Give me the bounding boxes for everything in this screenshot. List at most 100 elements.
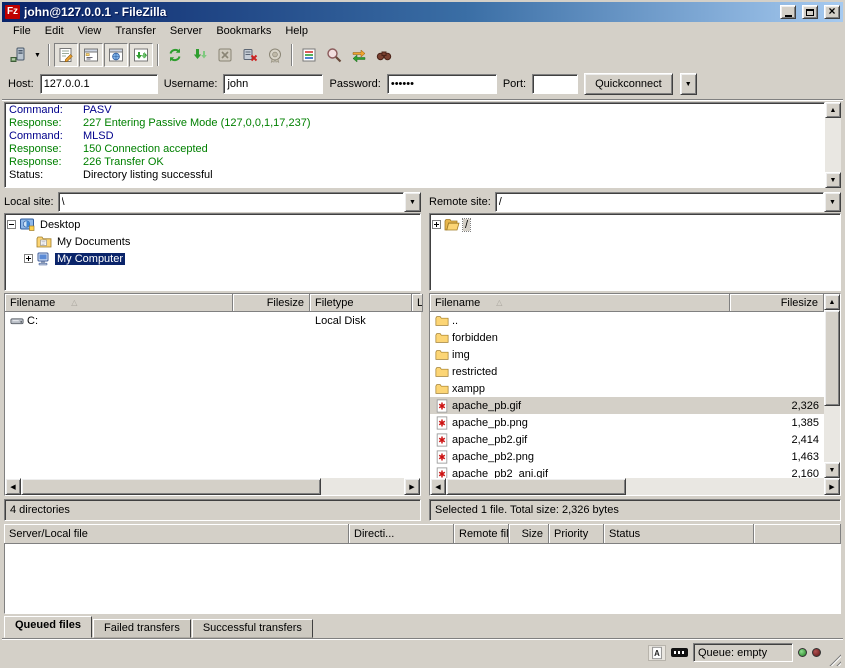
toggle-remote-tree-button[interactable] <box>104 43 128 67</box>
list-item-file-selected[interactable]: apache_pb.gif 2,326 <box>430 397 824 414</box>
column-header-filename[interactable]: Filename <box>5 294 233 312</box>
tab-successful-transfers[interactable]: Successful transfers <box>192 619 313 638</box>
tree-item-my-documents[interactable]: My Documents <box>7 233 418 250</box>
menu-transfer[interactable]: Transfer <box>108 23 163 39</box>
password-input[interactable] <box>387 74 497 94</box>
list-item-parent-dir[interactable]: .. <box>430 312 824 329</box>
tab-queued-files[interactable]: Queued files <box>4 616 92 638</box>
toggle-message-log-button[interactable] <box>54 43 78 67</box>
tree-item-label-selected[interactable]: My Computer <box>55 253 125 265</box>
resize-grip[interactable] <box>826 651 841 666</box>
column-header-filetype[interactable]: Filetype <box>310 294 412 312</box>
menu-bookmarks[interactable]: Bookmarks <box>209 23 278 39</box>
column-header-filesize[interactable]: Filesize <box>233 294 310 312</box>
disconnect-button[interactable] <box>238 43 262 67</box>
list-item-file[interactable]: apache_pb2.gif 2,414 <box>430 431 824 448</box>
quickconnect-dropdown[interactable]: ▼ <box>680 73 697 95</box>
scroll-right-icon[interactable]: ▶ <box>824 478 840 495</box>
local-site-row: Local site: ▼ <box>2 192 423 212</box>
maximize-button[interactable] <box>802 5 818 19</box>
list-item-c-drive[interactable]: C: Local Disk <box>5 312 420 329</box>
tree-item-label[interactable]: / <box>463 219 470 231</box>
tab-failed-transfers[interactable]: Failed transfers <box>93 619 191 638</box>
scroll-down-icon[interactable]: ▼ <box>824 462 840 478</box>
menu-view[interactable]: View <box>71 23 109 39</box>
toggle-local-tree-button[interactable] <box>79 43 103 67</box>
ascii-transfer-mode-icon[interactable]: A <box>648 645 666 661</box>
tree-item-label[interactable]: My Documents <box>55 236 132 248</box>
menu-help[interactable]: Help <box>278 23 315 39</box>
column-header-server-local-file[interactable]: Server/Local file <box>4 524 349 544</box>
local-site-input[interactable] <box>58 192 404 212</box>
synchronized-browsing-button[interactable] <box>347 43 371 67</box>
close-button[interactable]: × <box>824 5 840 19</box>
remote-site-input[interactable] <box>495 192 824 212</box>
remote-site-combo[interactable]: ▼ <box>495 192 841 212</box>
quickconnect-button[interactable]: Quickconnect <box>584 73 673 95</box>
process-queue-button[interactable] <box>188 43 212 67</box>
host-input[interactable] <box>40 74 158 94</box>
process-queue-icon <box>191 46 209 64</box>
menu-edit[interactable]: Edit <box>38 23 71 39</box>
tree-item-my-computer[interactable]: My Computer <box>7 250 418 267</box>
scroll-left-icon[interactable]: ◀ <box>5 478 21 495</box>
list-item-folder[interactable]: img <box>430 346 824 363</box>
list-item-file[interactable]: apache_pb2_ani.gif 2,160 <box>430 465 824 478</box>
activity-led-red-icon <box>812 648 821 657</box>
remote-vertical-scrollbar[interactable]: ▲ ▼ <box>824 294 840 478</box>
toggle-queue-button[interactable] <box>129 43 153 67</box>
column-header-filename[interactable]: Filename <box>430 294 730 312</box>
column-header-priority[interactable]: Priority <box>549 524 604 544</box>
chevron-down-icon[interactable]: ▼ <box>404 192 421 212</box>
scroll-up-icon[interactable]: ▲ <box>824 294 840 310</box>
site-manager-button[interactable] <box>6 43 30 67</box>
column-header-last-modified[interactable]: L <box>412 294 423 312</box>
speed-limit-icon[interactable] <box>671 648 688 657</box>
username-input[interactable] <box>223 74 323 94</box>
scroll-down-icon[interactable]: ▼ <box>825 172 841 188</box>
minimize-button[interactable] <box>780 5 796 19</box>
log-line: Response:150 Connection accepted <box>5 143 824 156</box>
column-header-status[interactable]: Status <box>604 524 754 544</box>
transfer-queue: Server/Local file Directi... Remote file… <box>4 524 841 614</box>
toggle-local-tree-icon <box>82 46 100 64</box>
scroll-left-icon[interactable]: ◀ <box>430 478 446 495</box>
image-file-icon <box>435 399 449 413</box>
list-item-folder[interactable]: forbidden <box>430 329 824 346</box>
abort-button[interactable] <box>263 43 287 67</box>
scroll-up-icon[interactable]: ▲ <box>825 102 841 118</box>
remote-status-text: Selected 1 file. Total size: 2,326 bytes <box>435 504 619 516</box>
log-scrollbar[interactable]: ▲ ▼ <box>825 102 841 188</box>
list-item-folder[interactable]: xampp <box>430 380 824 397</box>
menu-server[interactable]: Server <box>163 23 209 39</box>
collapse-icon[interactable] <box>7 220 16 229</box>
chevron-down-icon[interactable]: ▼ <box>824 192 841 212</box>
compare-directories-button[interactable] <box>322 43 346 67</box>
column-header-filesize[interactable]: Filesize <box>730 294 824 312</box>
menu-file[interactable]: File <box>6 23 38 39</box>
queue-body[interactable] <box>4 544 841 614</box>
expand-icon[interactable] <box>24 254 33 263</box>
site-manager-dropdown[interactable]: ▼ <box>31 44 44 66</box>
port-input[interactable] <box>532 74 578 94</box>
list-item-file[interactable]: apache_pb2.png 1,463 <box>430 448 824 465</box>
local-status-bar: 4 directories <box>4 499 421 521</box>
tree-item-root[interactable]: / <box>432 216 838 233</box>
cancel-operation-button[interactable] <box>213 43 237 67</box>
filezilla-window: Fz john@127.0.0.1 - FileZilla × File Edi… <box>0 0 845 668</box>
refresh-button[interactable] <box>163 43 187 67</box>
column-header-direction[interactable]: Directi... <box>349 524 454 544</box>
list-item-folder[interactable]: restricted <box>430 363 824 380</box>
local-site-combo[interactable]: ▼ <box>58 192 421 212</box>
find-files-button[interactable] <box>372 43 396 67</box>
scroll-right-icon[interactable]: ▶ <box>404 478 420 495</box>
column-header-remote-file[interactable]: Remote file <box>454 524 509 544</box>
local-horizontal-scrollbar[interactable]: ◀ ▶ <box>5 478 420 495</box>
filter-button[interactable] <box>297 43 321 67</box>
list-item-file[interactable]: apache_pb.png 1,385 <box>430 414 824 431</box>
column-header-size[interactable]: Size <box>509 524 549 544</box>
remote-horizontal-scrollbar[interactable]: ◀ ▶ <box>430 478 840 495</box>
expand-icon[interactable] <box>432 220 441 229</box>
tree-item-label[interactable]: Desktop <box>38 219 82 231</box>
tree-item-desktop[interactable]: Desktop <box>7 216 418 233</box>
